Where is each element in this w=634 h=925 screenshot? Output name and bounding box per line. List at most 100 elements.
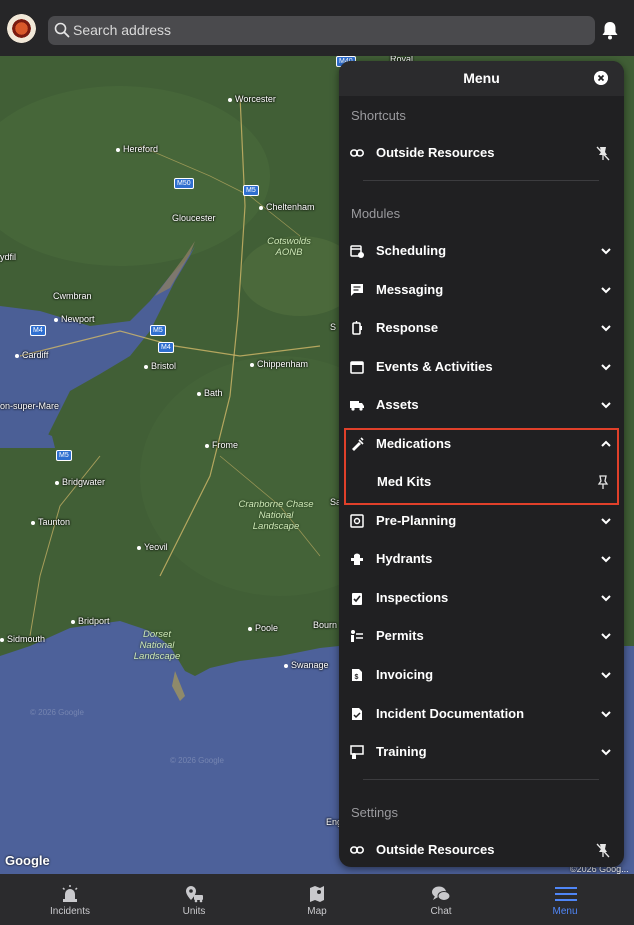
menu-panel: Menu Shortcuts Outside Resources Modules… — [339, 61, 624, 867]
map-place: Cardiff — [15, 350, 48, 360]
menu-item-label: Incident Documentation — [376, 706, 525, 721]
settings-outside-resources[interactable]: Outside Resources — [339, 831, 624, 867]
tab-units[interactable]: Units — [132, 874, 256, 925]
map-place: Poole — [248, 623, 278, 633]
menu-item-hydrants[interactable]: Hydrants — [339, 540, 624, 578]
chevron-down-icon — [601, 595, 611, 602]
map-place: Bridgwater — [55, 477, 105, 487]
hamburger-icon — [555, 887, 577, 901]
tab-label: Map — [307, 906, 327, 917]
menu-item-label: Pre-Planning — [376, 513, 457, 528]
menu-item-assets[interactable]: Assets — [339, 386, 624, 424]
search-input[interactable] — [73, 16, 573, 45]
menu-item-label: Invoicing — [376, 667, 434, 682]
google-logo: Google — [5, 853, 50, 868]
chevron-down-icon — [601, 518, 611, 525]
menu-item-training[interactable]: Training — [339, 733, 624, 771]
calendar-clock-icon — [350, 245, 364, 258]
chevron-down-icon — [601, 633, 611, 640]
map-place: Cwmbran — [53, 291, 92, 301]
section-label-settings: Settings — [351, 805, 398, 820]
map-place: ydfil — [0, 252, 17, 262]
menu-item-label: Hydrants — [376, 551, 433, 566]
chevron-down-icon — [601, 248, 611, 255]
menu-header: Menu — [339, 61, 624, 96]
document-icon — [352, 708, 362, 720]
tab-label: Units — [182, 906, 206, 917]
search-icon — [54, 22, 70, 38]
menu-item-label: Permits — [376, 628, 424, 643]
map-place: S — [330, 322, 337, 332]
unpin-icon[interactable] — [596, 146, 610, 161]
menu-subitem-med-kits[interactable]: Med Kits — [339, 463, 624, 501]
unpin-icon[interactable] — [596, 843, 610, 858]
area-label-cotswolds: Cotswolds AONB — [267, 236, 311, 258]
map-place: Gloucester — [172, 213, 216, 223]
menu-item-response[interactable]: Response — [339, 309, 624, 347]
section-label-modules: Modules — [351, 206, 401, 221]
area-label-dorset: Dorset National Landscape — [133, 629, 181, 662]
chat-icon — [432, 886, 451, 901]
truck-icon — [350, 401, 364, 411]
area-label-cranborne: Cranborne Chase National Landscape — [238, 499, 314, 532]
menu-item-label: Scheduling — [376, 243, 447, 258]
menu-item-permits[interactable]: Permits — [339, 617, 624, 655]
tab-menu[interactable]: Menu — [503, 874, 627, 925]
map-place: Swanage — [284, 660, 329, 670]
menu-item-label: Med Kits — [377, 474, 432, 489]
menu-divider — [363, 180, 599, 181]
tab-chat[interactable]: Chat — [379, 874, 503, 925]
siren-icon — [62, 885, 78, 902]
top-bar — [0, 0, 634, 56]
road-shield: M4 — [30, 325, 46, 336]
pin-icon[interactable] — [596, 475, 610, 490]
map-place: Sidmouth — [0, 634, 45, 644]
menu-item-medications[interactable]: Medications — [339, 425, 624, 463]
map-place: Bristol — [144, 361, 176, 371]
hydrant-icon — [351, 553, 363, 565]
shortcut-outside-resources[interactable]: Outside Resources — [339, 134, 624, 172]
search-bar[interactable] — [48, 16, 595, 45]
fire-department-badge-icon[interactable] — [7, 14, 36, 43]
menu-item-inspections[interactable]: Inspections — [339, 579, 624, 617]
menu-item-label: Messaging — [376, 282, 444, 297]
road-shield: M50 — [174, 178, 194, 189]
chevron-down-icon — [601, 749, 611, 756]
menu-item-pre-planning[interactable]: Pre-Planning — [339, 502, 624, 540]
tab-label: Incidents — [49, 906, 91, 917]
syringe-icon — [352, 437, 364, 451]
menu-item-label: Training — [376, 744, 427, 759]
menu-item-scheduling[interactable]: Scheduling — [339, 232, 624, 270]
menu-item-invoicing[interactable]: $ Invoicing — [339, 656, 624, 694]
menu-item-label: Outside Resources — [376, 145, 495, 160]
map-place: Yeovil — [137, 542, 168, 552]
menu-item-events-activities[interactable]: Events & Activities — [339, 348, 624, 386]
calendar-icon — [350, 361, 364, 374]
map-place: Taunton — [31, 517, 70, 527]
bell-icon[interactable] — [601, 21, 619, 40]
map-place: Chippenham — [250, 359, 308, 369]
map-place: Bourn — [313, 620, 338, 630]
chevron-down-icon — [601, 556, 611, 563]
units-icon — [186, 886, 203, 903]
tab-label: Chat — [430, 906, 452, 917]
menu-item-label: Response — [376, 320, 439, 335]
permit-icon — [351, 630, 363, 642]
menu-item-messaging[interactable]: Messaging — [339, 271, 624, 309]
road-shield: M4 — [158, 342, 174, 353]
map-place: Bath — [197, 388, 223, 398]
close-icon[interactable] — [594, 71, 608, 85]
chevron-down-icon — [601, 402, 611, 409]
menu-item-label: Inspections — [376, 590, 449, 605]
message-icon — [351, 284, 363, 296]
menu-item-label: Outside Resources — [376, 842, 495, 857]
road-shield: M5 — [150, 325, 166, 336]
chevron-down-icon — [601, 711, 611, 718]
link-icon — [350, 846, 364, 854]
chevron-down-icon — [601, 364, 611, 371]
tab-map[interactable]: Map — [255, 874, 379, 925]
menu-item-label: Medications — [376, 436, 452, 451]
tab-incidents[interactable]: Incidents — [8, 874, 132, 925]
menu-item-incident-documentation[interactable]: Incident Documentation — [339, 695, 624, 733]
training-icon — [350, 745, 364, 759]
